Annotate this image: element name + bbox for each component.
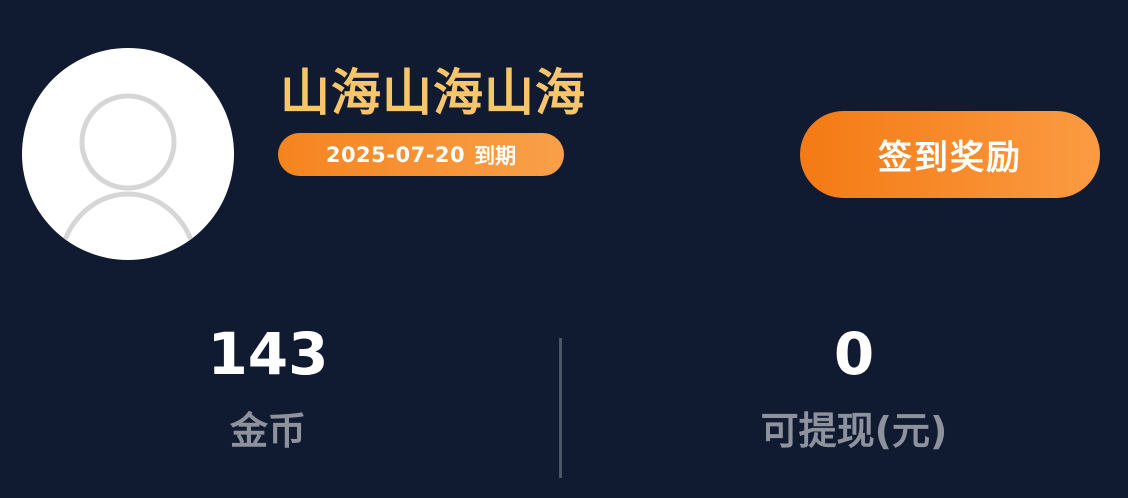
- withdrawable-value: 0: [833, 320, 875, 388]
- username: 山海山海山海: [280, 64, 586, 122]
- avatar[interactable]: [22, 48, 234, 260]
- expiry-badge: 2025-07-20 到期: [278, 133, 564, 176]
- withdrawable-stat[interactable]: 0 可提现(元): [574, 318, 1128, 454]
- expiry-date: 2025-07-20: [325, 142, 466, 167]
- stats-divider: [559, 338, 562, 478]
- coins-label: 金币: [229, 409, 306, 453]
- checkin-reward-button[interactable]: 签到奖励: [800, 111, 1100, 198]
- default-user-avatar-icon: [56, 93, 200, 260]
- withdrawable-label: 可提现(元): [760, 409, 948, 453]
- profile-card: 山海山海山海 2025-07-20 到期 签到奖励 143 金币 0 可提现(元…: [0, 0, 1128, 498]
- coins-stat[interactable]: 143 金币: [0, 318, 548, 454]
- expiry-suffix: 到期: [474, 143, 517, 168]
- coins-value: 143: [207, 320, 329, 388]
